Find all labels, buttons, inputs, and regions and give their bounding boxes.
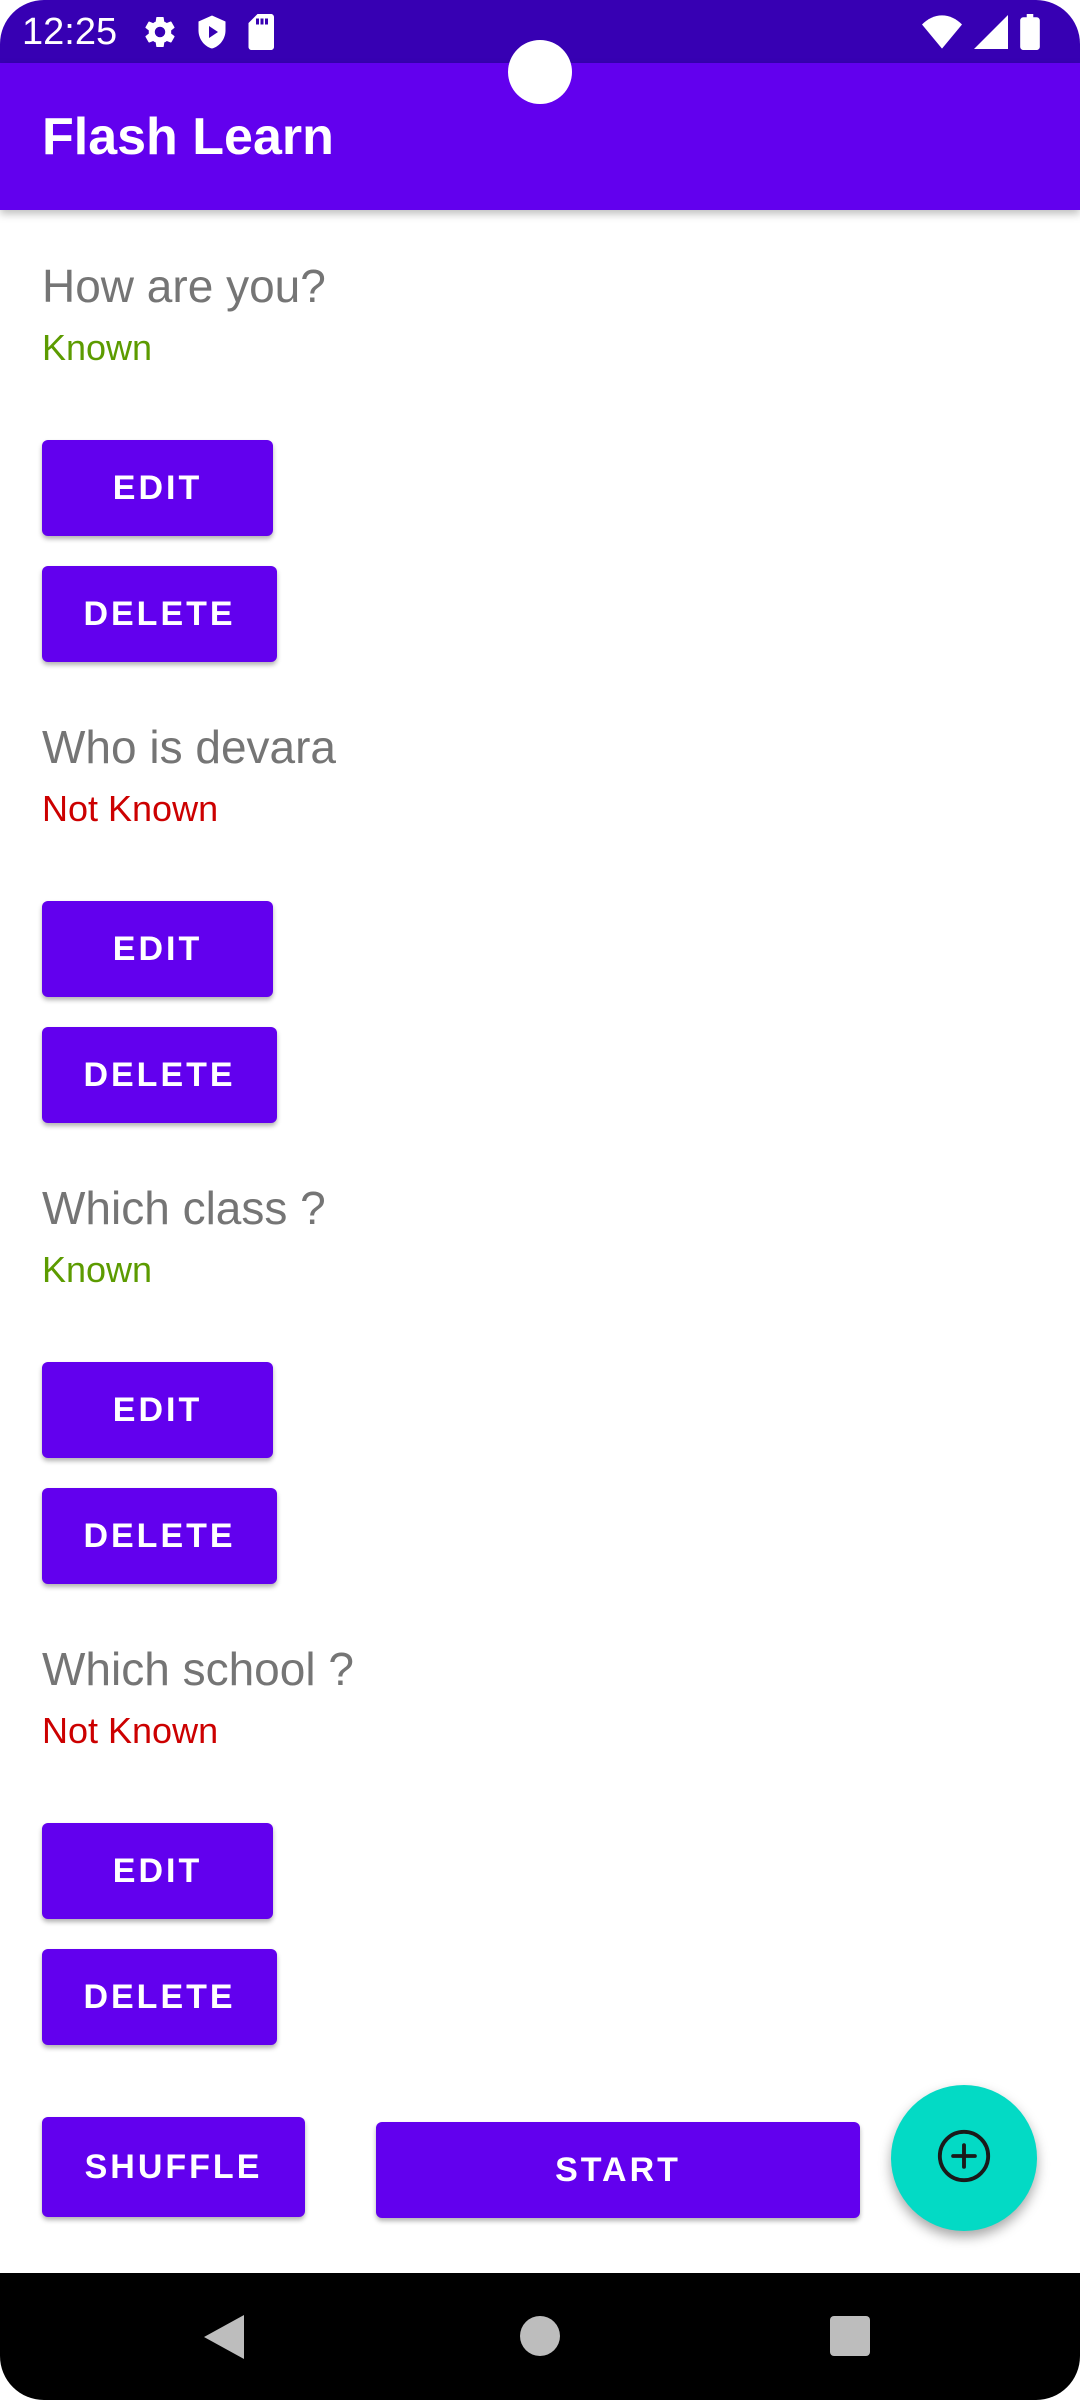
edit-button[interactable]: EDIT — [42, 1823, 273, 1919]
shuffle-button[interactable]: SHUFFLE — [42, 2117, 305, 2217]
sd-card-icon — [246, 14, 278, 50]
screen: 12:25 Flash Learn How are you? Known EDI… — [0, 0, 1080, 2400]
camera-cutout — [508, 40, 572, 104]
signal-icon — [974, 15, 1008, 54]
start-button[interactable]: START — [376, 2122, 860, 2218]
delete-button[interactable]: DELETE — [42, 1488, 277, 1584]
edit-button[interactable]: EDIT — [42, 901, 273, 997]
card-status: Not Known — [42, 1710, 219, 1751]
status-left-icons — [142, 14, 278, 50]
card-question: Who is devara — [42, 721, 337, 773]
gear-icon — [142, 14, 178, 50]
edit-button[interactable]: EDIT — [42, 1362, 273, 1458]
card-status: Not Known — [42, 788, 219, 829]
battery-icon — [1020, 14, 1040, 55]
card-question: How are you? — [42, 260, 326, 312]
edit-button[interactable]: EDIT — [42, 440, 273, 536]
shield-play-icon — [194, 14, 230, 50]
nav-bar — [0, 2273, 1080, 2400]
add-card-fab[interactable] — [891, 2085, 1037, 2231]
recents-icon[interactable] — [830, 2316, 870, 2361]
card-status: Known — [42, 327, 153, 368]
back-icon[interactable] — [204, 2315, 244, 2364]
card-question: Which school ? — [42, 1643, 354, 1695]
delete-button[interactable]: DELETE — [42, 566, 277, 662]
add-circle-icon — [935, 2127, 993, 2190]
status-right-icons — [922, 14, 1040, 55]
delete-button[interactable]: DELETE — [42, 1949, 277, 2045]
app-title: Flash Learn — [42, 108, 334, 166]
delete-button[interactable]: DELETE — [42, 1027, 277, 1123]
wifi-icon — [922, 15, 962, 54]
card-status: Known — [42, 1249, 153, 1290]
status-time: 12:25 — [22, 11, 118, 53]
card-question: Which class ? — [42, 1182, 326, 1234]
home-icon[interactable] — [520, 2316, 560, 2361]
